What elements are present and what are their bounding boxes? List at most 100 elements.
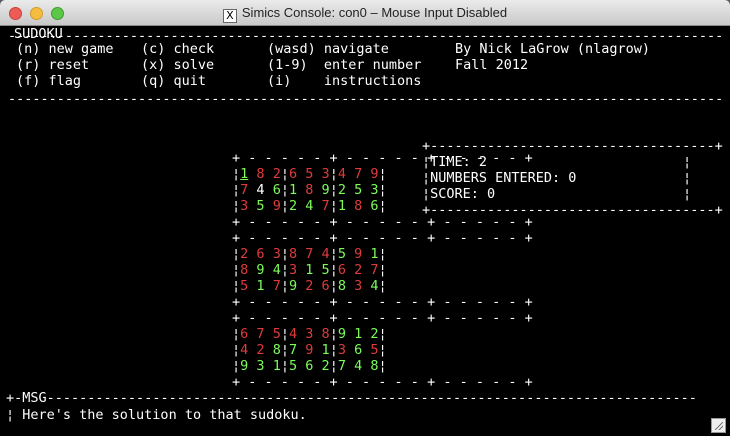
sudoku-cell[interactable]: 1 (322, 342, 330, 358)
sudoku-cell[interactable]: 1 (240, 166, 248, 182)
menu-navigate: (wasd) navigate (267, 41, 389, 57)
sudoku-cell[interactable]: 9 (370, 166, 378, 182)
sudoku-cell[interactable]: 7 (322, 198, 330, 214)
header-bottom-rule: ----------------------------------------… (8, 91, 724, 107)
sudoku-cell[interactable]: 2 (354, 262, 362, 278)
sudoku-cell[interactable]: 8 (305, 182, 313, 198)
sudoku-cell[interactable]: 9 (273, 198, 281, 214)
menu-flag: (f) flag (16, 73, 82, 89)
sudoku-cell[interactable]: 7 (240, 182, 248, 198)
sudoku-cell[interactable]: 3 (370, 182, 378, 198)
sudoku-cell[interactable]: 5 (305, 166, 313, 182)
sudoku-cell[interactable]: 6 (240, 326, 248, 342)
sudoku-cell[interactable]: 3 (289, 262, 297, 278)
menu-check: (c) check (141, 41, 215, 57)
x11-icon: X (222, 9, 237, 23)
semester-label: Fall 2012 (455, 57, 529, 73)
sudoku-cell[interactable]: 2 (338, 182, 346, 198)
sudoku-cell[interactable]: 8 (256, 166, 264, 182)
sudoku-cell[interactable]: 5 (322, 262, 330, 278)
sudoku-cell[interactable]: 2 (240, 246, 248, 262)
sudoku-cell[interactable]: 9 (305, 342, 313, 358)
sudoku-cell[interactable]: 1 (273, 358, 281, 374)
sudoku-cell[interactable]: 2 (273, 166, 281, 182)
sudoku-cell[interactable]: 5 (240, 278, 248, 294)
sudoku-cell[interactable]: 7 (289, 342, 297, 358)
sudoku-cell[interactable]: 6 (256, 246, 264, 262)
sudoku-cell[interactable]: 9 (338, 326, 346, 342)
sudoku-cell[interactable]: 7 (338, 358, 346, 374)
sudoku-cell[interactable]: 4 (305, 198, 313, 214)
sudoku-cell[interactable]: 1 (354, 326, 362, 342)
stats-box-bottom: +-----------------------------------+ (422, 202, 723, 218)
sudoku-cell[interactable]: 9 (354, 246, 362, 262)
sudoku-cell[interactable]: 8 (370, 358, 378, 374)
sudoku-cell[interactable]: 7 (370, 262, 378, 278)
sudoku-cell[interactable]: 8 (338, 278, 346, 294)
sudoku-cell[interactable]: 6 (289, 166, 297, 182)
sudoku-cell[interactable]: 2 (370, 326, 378, 342)
sudoku-cell[interactable]: 5 (370, 342, 378, 358)
sudoku-cell[interactable]: 3 (256, 358, 264, 374)
sudoku-cell[interactable]: 5 (256, 198, 264, 214)
sudoku-cell[interactable]: 4 (370, 278, 378, 294)
sudoku-cell[interactable]: 3 (240, 198, 248, 214)
sudoku-cell[interactable]: 4 (354, 358, 362, 374)
board-separator: + - - - - - + - - - - - + - - - - - + (232, 310, 533, 326)
sudoku-cell[interactable]: 4 (338, 166, 346, 182)
board-separator: + - - - - - + - - - - - + - - - - - + (232, 230, 533, 246)
sudoku-cell[interactable]: 1 (289, 182, 297, 198)
menu-enter-number: (1-9) enter number (267, 57, 422, 73)
sudoku-cell[interactable]: 1 (338, 198, 346, 214)
sudoku-cell[interactable]: 2 (289, 198, 297, 214)
sudoku-cell[interactable]: 9 (289, 278, 297, 294)
sudoku-cell[interactable]: 5 (354, 182, 362, 198)
sudoku-cell[interactable]: 7 (273, 278, 281, 294)
menu-solve: (x) solve (141, 57, 215, 73)
sudoku-cell[interactable]: 3 (338, 342, 346, 358)
sudoku-cell[interactable]: 7 (354, 166, 362, 182)
stats-numbers-row: ¦NUMBERS ENTERED: 0 (422, 170, 577, 186)
window-title: Simics Console: con0 – Mouse Input Disab… (241, 5, 508, 20)
sudoku-cell[interactable]: 3 (305, 326, 313, 342)
sudoku-cell[interactable]: 3 (322, 166, 330, 182)
sudoku-cell[interactable]: 8 (240, 262, 248, 278)
sudoku-cell[interactable]: 4 (240, 342, 248, 358)
sudoku-cell[interactable]: 1 (305, 262, 313, 278)
sudoku-cell[interactable]: 6 (305, 358, 313, 374)
sudoku-cell[interactable]: 8 (354, 198, 362, 214)
sudoku-cell[interactable]: 8 (322, 326, 330, 342)
sudoku-cell[interactable]: 3 (273, 246, 281, 262)
sudoku-cell[interactable]: 9 (322, 182, 330, 198)
sudoku-cell[interactable]: 4 (289, 326, 297, 342)
sudoku-cell[interactable]: 7 (305, 246, 313, 262)
sudoku-cell[interactable]: 1 (256, 278, 264, 294)
sudoku-cell[interactable]: 8 (273, 342, 281, 358)
sudoku-cell[interactable]: 2 (305, 278, 313, 294)
sudoku-cell[interactable]: 6 (322, 278, 330, 294)
sudoku-cell[interactable]: 4 (273, 262, 281, 278)
sudoku-cell[interactable]: 4 (322, 246, 330, 262)
sudoku-cell[interactable]: 6 (370, 198, 378, 214)
sudoku-cell[interactable]: 7 (256, 326, 264, 342)
resize-grip[interactable] (711, 418, 726, 433)
sudoku-cell[interactable]: 3 (354, 278, 362, 294)
sudoku-cell[interactable]: 1 (370, 246, 378, 262)
sudoku-cell[interactable]: 2 (256, 342, 264, 358)
sudoku-cell[interactable]: 2 (322, 358, 330, 374)
sudoku-cell[interactable]: 8 (289, 246, 297, 262)
terminal-area[interactable]: SUDOKU ---------------------------------… (0, 26, 730, 436)
title-bar: X Simics Console: con0 – Mouse Input Disa… (0, 0, 730, 26)
sudoku-cell[interactable]: 5 (289, 358, 297, 374)
sudoku-cell[interactable]: 6 (354, 342, 362, 358)
sudoku-cell[interactable]: 5 (338, 246, 346, 262)
menu-quit: (q) quit (141, 73, 207, 89)
sudoku-cell[interactable]: 9 (256, 262, 264, 278)
sudoku-cell[interactable]: 6 (273, 182, 281, 198)
board-separator: + - - - - - + - - - - - + - - - - - + (232, 294, 533, 310)
sudoku-cell[interactable]: 4 (256, 182, 264, 198)
sudoku-cell[interactable]: 6 (338, 262, 346, 278)
sudoku-cell[interactable]: 5 (273, 326, 281, 342)
msg-line: ¦ Here's the solution to that sudoku. (6, 407, 307, 423)
sudoku-cell[interactable]: 9 (240, 358, 248, 374)
